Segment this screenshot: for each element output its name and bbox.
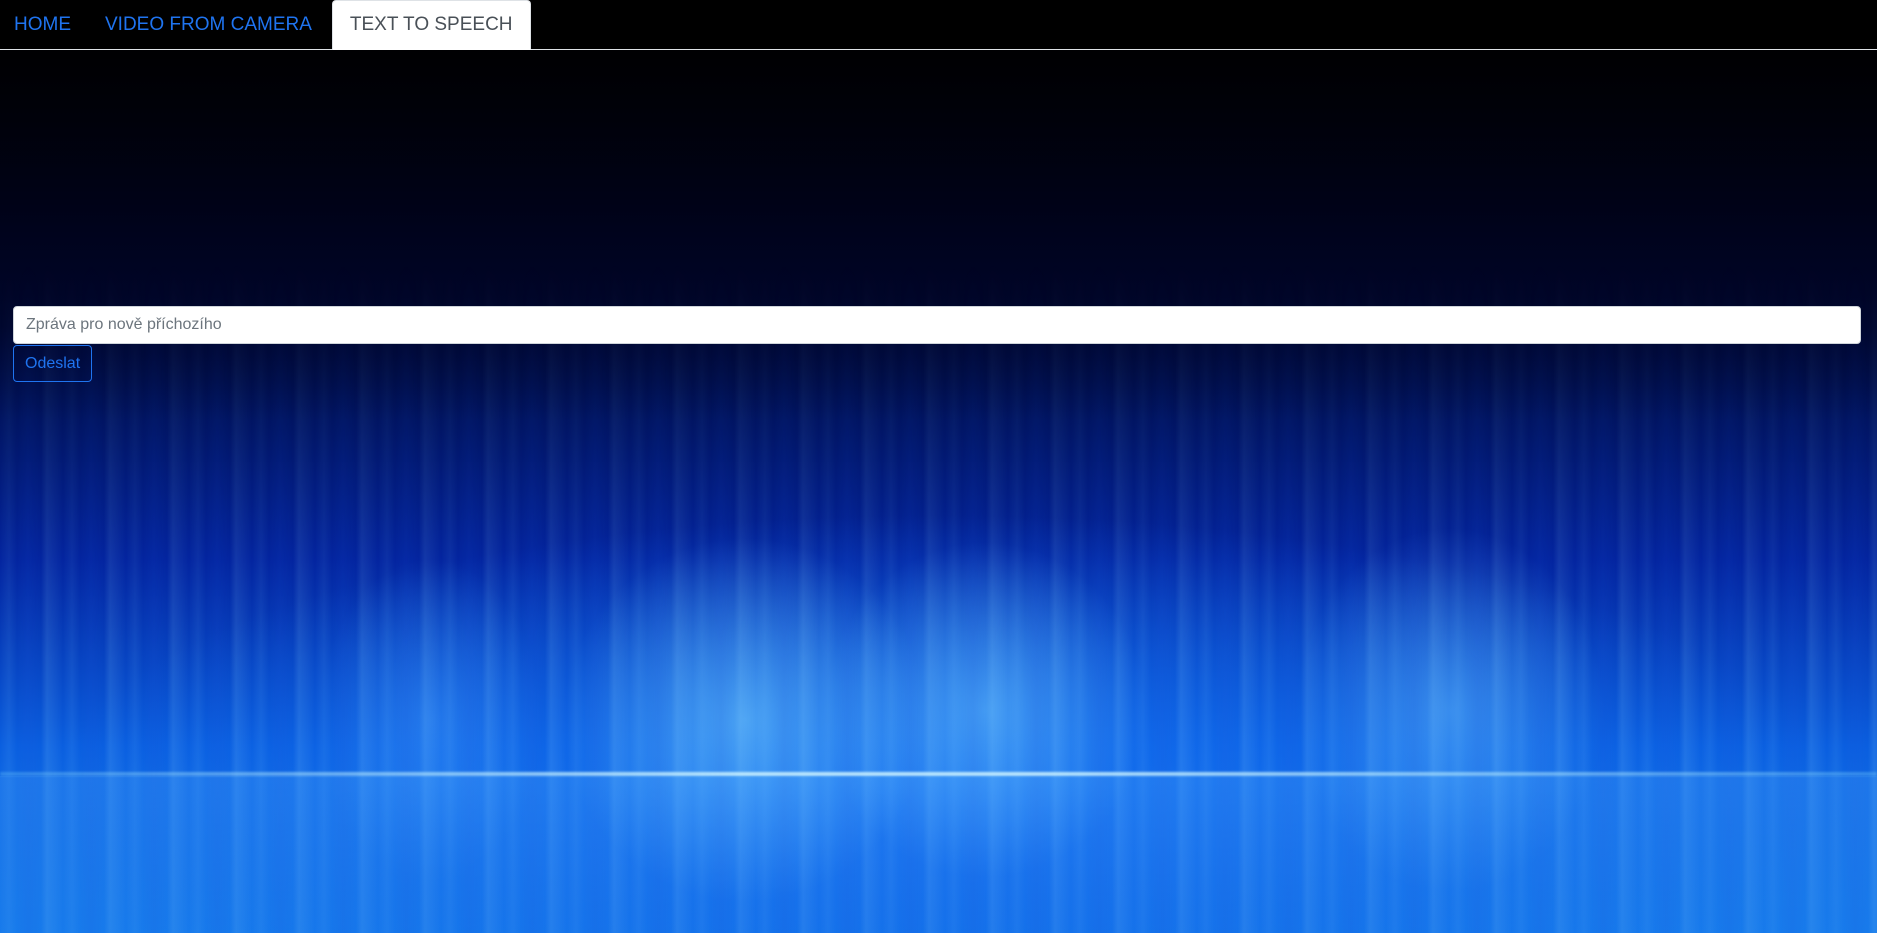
background-reflection — [0, 776, 1877, 933]
nav-home[interactable]: HOME — [0, 0, 85, 49]
text-to-speech-form: Odeslat — [13, 306, 1861, 382]
nav-video-from-camera[interactable]: VIDEO FROM CAMERA — [91, 0, 326, 49]
nav-text-to-speech[interactable]: TEXT TO SPEECH — [331, 0, 531, 50]
send-button[interactable]: Odeslat — [13, 345, 93, 382]
top-navbar: HOME VIDEO FROM CAMERA TEXT TO SPEECH — [0, 0, 1877, 50]
message-input[interactable] — [13, 306, 1861, 344]
